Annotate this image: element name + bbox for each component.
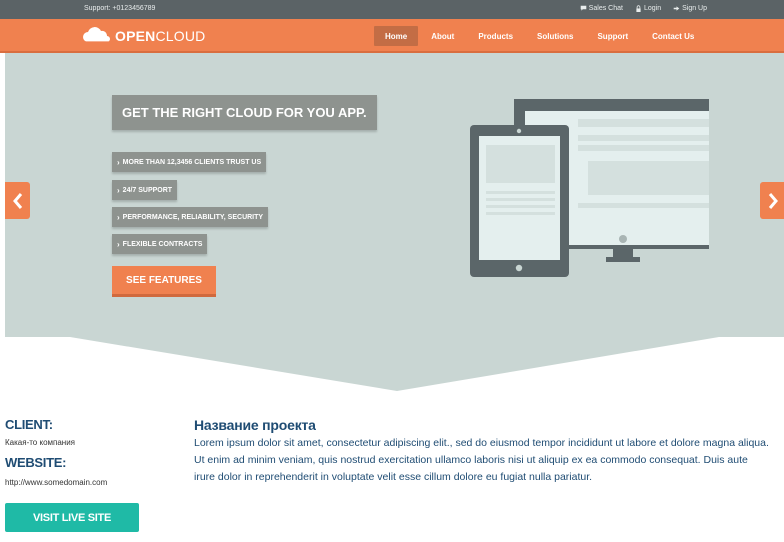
chevron-right-icon: ›: [117, 239, 120, 249]
nav-contact-us[interactable]: Contact Us: [641, 26, 705, 46]
feature-label: PERFORMANCE, RELIABILITY, SECURITY: [122, 213, 264, 221]
sales-chat-link[interactable]: Sales Chat: [580, 5, 623, 12]
chevron-right-icon: ›: [117, 212, 120, 222]
lock-icon: [636, 5, 641, 12]
chevron-right-icon: ›: [117, 157, 120, 167]
feature-label: MORE THAN 12,3456 CLIENTS TRUST US: [122, 158, 262, 166]
hero-slider: GET THE RIGHT CLOUD FOR YOU APP. › MORE …: [5, 53, 784, 391]
nav-home[interactable]: Home: [374, 26, 419, 46]
feature-item: › 24/7 SUPPORT: [112, 180, 178, 200]
project-description: Lorem ipsum dolor sit amet, consectetur …: [194, 437, 769, 483]
nav-menu: Home About Products Solutions Support Co…: [374, 26, 707, 46]
sign-up-link[interactable]: Sign Up: [673, 5, 707, 12]
sales-chat-label: Sales Chat: [588, 5, 623, 12]
see-features-button[interactable]: SEE FEATURES: [112, 266, 216, 297]
feature-label: FLEXIBLE CONTRACTS: [122, 240, 203, 248]
logo-text-bold: OPEN: [115, 28, 156, 44]
chevron-right-icon: [768, 192, 778, 209]
feature-item: › PERFORMANCE, RELIABILITY, SECURITY: [112, 207, 269, 227]
login-label: Login: [643, 5, 662, 12]
top-links: Sales Chat Login Sign Up: [580, 5, 707, 12]
nav-about[interactable]: About: [420, 26, 465, 46]
project-title: Название проекта: [194, 417, 316, 433]
chevron-left-icon: [12, 192, 22, 209]
feature-item: › MORE THAN 12,3456 CLIENTS TRUST US: [112, 152, 267, 172]
slider-next-button[interactable]: [760, 182, 784, 219]
devices-illustration: [470, 99, 709, 277]
client-value: Какая-то компания: [5, 438, 76, 447]
cloud-icon: [83, 27, 110, 43]
client-label: CLIENT:: [5, 417, 53, 432]
website-label: WEBSITE:: [5, 455, 67, 470]
website-value[interactable]: http://www.somedomain.com: [5, 478, 107, 487]
nav-support[interactable]: Support: [586, 26, 639, 46]
support-phone: Support: +0123456789: [84, 5, 156, 12]
logo-text-regular: CLOUD: [155, 28, 206, 44]
logo[interactable]: OPENCLOUD: [82, 27, 206, 45]
feature-item: › FLEXIBLE CONTRACTS: [112, 234, 208, 254]
feature-label: 24/7 SUPPORT: [122, 186, 173, 194]
chat-icon: [580, 5, 587, 11]
top-bar: Support: +0123456789 Sales Chat Login Si…: [0, 0, 784, 19]
nav-solutions[interactable]: Solutions: [526, 26, 584, 46]
slider-prev-button[interactable]: [5, 182, 30, 219]
chevron-right-icon: ›: [117, 185, 120, 195]
sign-up-label: Sign Up: [682, 5, 707, 12]
hero-headline: GET THE RIGHT CLOUD FOR YOU APP.: [112, 95, 377, 130]
login-link[interactable]: Login: [635, 5, 661, 12]
main-nav: OPENCLOUD Home About Products Solutions …: [0, 19, 784, 53]
visit-live-site-button[interactable]: VISIT LIVE SITE: [5, 503, 139, 532]
signin-icon: [673, 6, 680, 11]
nav-products[interactable]: Products: [467, 26, 524, 46]
